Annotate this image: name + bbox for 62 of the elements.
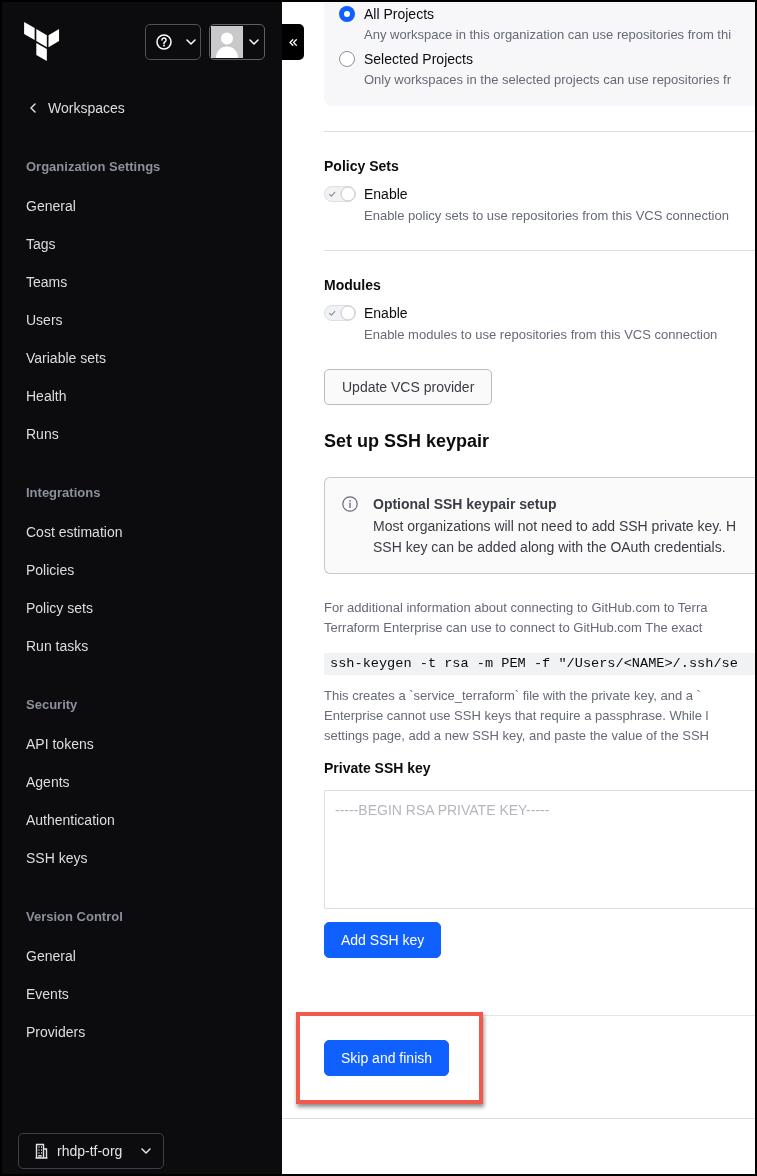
ssh-key-field[interactable]: -----BEGIN RSA PRIVATE KEY-----	[324, 790, 755, 909]
avatar-icon	[211, 26, 243, 58]
building-icon	[35, 1143, 48, 1159]
chevron-left-icon	[30, 103, 36, 113]
sidebar-link[interactable]: General	[26, 187, 76, 225]
group-heading: Integrations	[26, 484, 102, 502]
chevron-down-icon	[141, 1148, 151, 1154]
command-block: ssh-keygen -t rsa -m PEM -f "/Users/<NAME>/.ssh/se	[324, 653, 755, 675]
chevron-down-icon	[249, 39, 259, 45]
option-label: All Projects	[364, 5, 435, 24]
sidebar-link[interactable]: Runs	[26, 415, 59, 453]
setting-description: Enable policy sets to use repositories from this VCS connection	[363, 207, 730, 225]
group-heading: Organization Settings	[26, 158, 162, 176]
help-text: For additional information about connecting to GitHub.com to Terra Terraform Enterprise can use to connect to GitHub.com The exact	[324, 599, 709, 637]
option-label: Selected Projects	[364, 50, 473, 69]
toggle-label: Enable	[364, 185, 408, 204]
radio-button[interactable]	[339, 6, 355, 22]
organization-switcher[interactable]: rhdp-tf-org	[18, 1133, 164, 1169]
collapse-sidebar-button[interactable]	[282, 24, 304, 60]
setting-description: Enable modules to use repositories from this VCS connection	[363, 326, 719, 344]
radio-button[interactable]	[339, 51, 355, 67]
sidebar-link[interactable]: Tags	[26, 225, 56, 263]
setting-title: Policy Sets	[324, 157, 400, 176]
sidebar-link[interactable]: Providers	[26, 1013, 86, 1051]
info-icon	[342, 496, 358, 512]
sidebar-link[interactable]: Users	[26, 301, 63, 339]
notice-text: Most organizations will not need to add SSH private key. H SSH key can be added along with the OAuth credentials.	[373, 517, 737, 557]
sidebar-link[interactable]: SSH keys	[26, 839, 88, 877]
sidebar-link[interactable]: Cost estimation	[26, 513, 123, 551]
sidebar-link[interactable]: Policy sets	[26, 589, 93, 627]
sidebar-link[interactable]: API tokens	[26, 725, 94, 763]
notice-title: Optional SSH keypair setup	[373, 495, 558, 514]
sidebar-link[interactable]: General	[26, 937, 76, 975]
sidebar-link[interactable]: Agents	[26, 763, 70, 801]
sidebar-link[interactable]: Teams	[26, 263, 68, 301]
help-icon	[156, 34, 172, 50]
double-chevron-left-icon	[289, 38, 297, 46]
back-link[interactable]: Workspaces	[30, 89, 125, 127]
help-menu-button[interactable]	[145, 24, 201, 60]
sidebar-link[interactable]: Policies	[26, 551, 75, 589]
field-label: Private SSH key	[324, 759, 432, 778]
skip-and-finish-button[interactable]: Skip and finish	[324, 1040, 450, 1076]
check-icon	[328, 191, 336, 197]
option-description: Only workspaces in the selected projects can use repositories fr	[363, 71, 733, 89]
sidebar-link[interactable]: Variable sets	[26, 339, 106, 377]
sidebar-link[interactable]: Run tasks	[26, 627, 89, 665]
toggle-label: Enable	[364, 304, 408, 323]
update-provider-button[interactable]: Update VCS provider	[324, 369, 493, 405]
chevron-down-icon	[186, 39, 196, 45]
option-description: Any workspace in this organization can use repositories from thi	[363, 26, 733, 44]
sidebar-link[interactable]: Health	[26, 377, 67, 415]
setting-title: Modules	[324, 276, 382, 295]
group-heading: Version Control	[26, 908, 124, 926]
sidebar-link[interactable]: Events	[26, 975, 69, 1013]
check-icon	[328, 310, 336, 316]
add-ssh-key-button[interactable]: Add SSH key	[324, 922, 442, 958]
section-title: Set up SSH keypair	[324, 430, 491, 453]
sidebar-link[interactable]: Authentication	[26, 801, 115, 839]
help-text: This creates a `service_terraform` file with the private key, and a ` Enterprise cannot use SSH keys that require a passphrase. While l settings page, add a new SSH key, and paste the value of the SSH	[324, 687, 710, 745]
logo-icon	[24, 22, 60, 62]
group-heading: Security	[26, 696, 79, 714]
user-menu-button[interactable]	[209, 24, 265, 60]
